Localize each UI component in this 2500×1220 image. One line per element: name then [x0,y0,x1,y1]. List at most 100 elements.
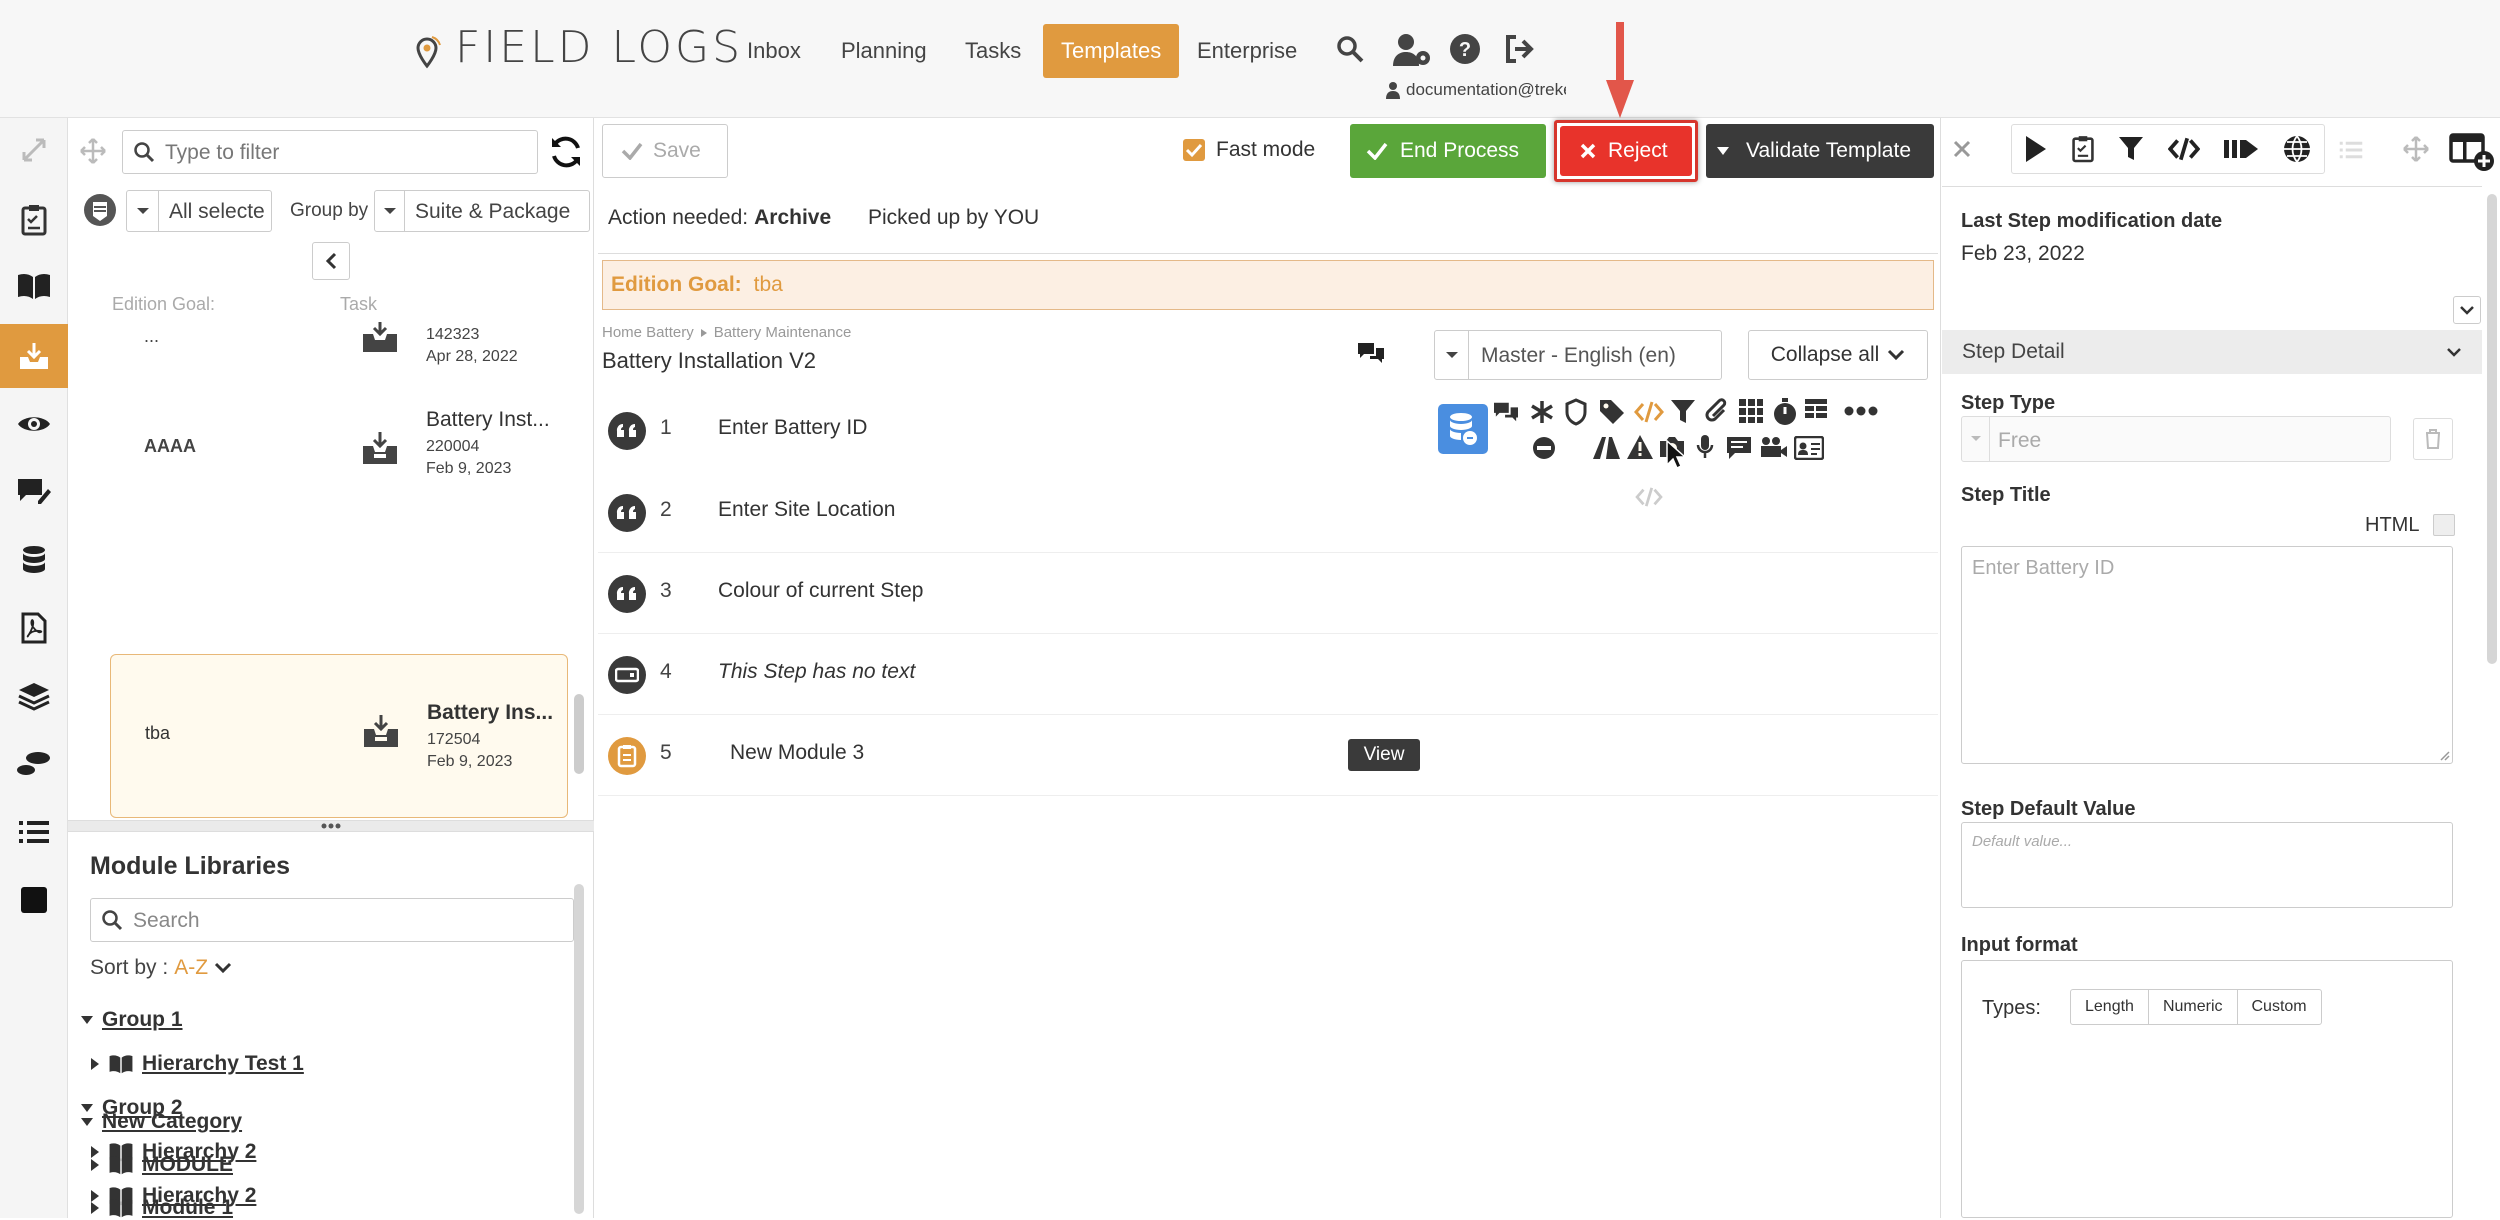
type-length-button[interactable]: Length [2071,990,2149,1024]
step-row[interactable]: 5 New Module 3 View [598,715,1938,796]
nav-tasks[interactable]: Tasks [947,24,1039,78]
code-icon[interactable] [2167,136,2200,162]
square-icon[interactable] [0,868,68,932]
checklist-icon[interactable] [0,188,68,252]
tags-icon[interactable] [1598,398,1628,426]
task-card-selected[interactable]: tba Battery Ins... 172504 Feb 9, 2023 [110,654,568,818]
task-filter-input[interactable]: Type to filter [122,130,538,174]
comment-edit-icon[interactable] [0,460,68,524]
filter-shield-icon[interactable] [82,192,118,228]
module-scrollbar[interactable] [574,884,584,1214]
step-database-button[interactable] [1438,404,1488,454]
tree-node[interactable]: Group 1 [80,1008,183,1032]
stopwatch-icon[interactable] [1772,398,1798,426]
microphone-icon[interactable] [1696,434,1714,460]
tree-node[interactable]: Module 1 [90,1196,233,1220]
module-search-input[interactable]: Search [90,898,574,942]
detail-scrollbar[interactable] [2487,194,2497,664]
end-process-button[interactable]: End Process [1350,124,1546,178]
nav-enterprise[interactable]: Enterprise [1179,24,1315,78]
step-row[interactable]: 3 Colour of current Step [598,553,1938,634]
task-card[interactable]: ... 142323 Apr 28, 2022 [68,322,568,386]
nav-templates[interactable]: Templates [1043,24,1180,78]
type-custom-button[interactable]: Custom [2238,990,2321,1024]
video-icon[interactable] [1760,436,1788,458]
grid-icon[interactable] [1738,398,1764,424]
tree-node[interactable]: New Category [80,1110,242,1134]
comments-icon[interactable] [1492,400,1520,424]
tree-node[interactable]: MODULE [90,1153,233,1177]
select-all-value: All selecte [169,200,265,223]
html-checkbox[interactable] [2433,514,2455,536]
reject-button[interactable]: Reject [1560,126,1692,176]
user-settings-icon[interactable] [1390,30,1434,70]
step-row[interactable]: 4 This Step has no text [598,634,1938,715]
step-detail-header[interactable]: Step Detail [1942,330,2482,374]
select-all-dropdown[interactable]: All selecte [126,190,272,232]
default-value-input[interactable]: Default value... [1961,822,2453,908]
filter-icon[interactable] [1670,398,1696,426]
road-icon[interactable] [1592,436,1622,460]
footprints-icon[interactable] [0,732,68,796]
more-icon[interactable] [1844,406,1878,416]
nav-planning[interactable]: Planning [823,24,945,78]
code-icon[interactable] [1634,400,1664,424]
step-row-selected[interactable]: 1 Enter Battery ID [598,390,1938,507]
save-button[interactable]: Save [602,124,728,178]
help-icon[interactable]: ? [1448,32,1482,66]
nav-inbox[interactable]: Inbox [729,24,819,78]
checklist-icon[interactable] [2071,134,2095,164]
resize-handle-icon[interactable] [2438,749,2450,761]
move-icon[interactable] [78,136,108,166]
type-numeric-button[interactable]: Numeric [2149,990,2238,1024]
breadcrumb-item[interactable]: Battery Maintenance [714,324,852,341]
group-by-label: Group by [290,200,369,221]
sort-control[interactable]: Sort by : A-Z [90,956,232,980]
book-icon[interactable] [0,254,68,318]
tree-node[interactable]: Hierarchy Test 1 [90,1052,304,1076]
eye-icon[interactable] [0,392,68,456]
message-icon[interactable] [1726,436,1752,460]
collapse-all-button[interactable]: Collapse all [1748,330,1928,380]
expand-icon[interactable] [0,118,68,182]
expand-detail-button[interactable] [2453,296,2481,324]
shield-icon[interactable] [1564,398,1588,426]
database-icon[interactable] [0,528,68,592]
table-icon[interactable] [1804,398,1828,424]
inbox-tray-icon[interactable] [0,324,68,388]
filter-icon[interactable] [2118,135,2144,163]
language-select[interactable]: Master - English (en) [1434,330,1722,380]
logout-icon[interactable] [1502,32,1538,66]
fast-mode-toggle[interactable]: Fast mode [1182,138,1315,162]
id-card-icon[interactable] [1794,436,1824,460]
minus-circle-icon[interactable] [1532,436,1556,460]
collapse-panel-button[interactable] [312,242,350,280]
move-icon[interactable] [2403,136,2429,162]
search-icon[interactable] [1333,32,1367,66]
asterisk-icon[interactable] [1530,400,1554,424]
layers-icon[interactable] [0,664,68,728]
delete-type-button[interactable] [2413,418,2453,460]
add-panel-icon[interactable] [2449,132,2495,172]
app-logo[interactable]: FIELD LOGS [455,22,743,73]
paperclip-icon[interactable] [1704,398,1730,426]
globe-icon[interactable] [2282,134,2312,164]
close-icon[interactable] [1953,140,1971,158]
task-card[interactable]: AAAA Battery Inst... 220004 Feb 9, 2023 [68,392,568,512]
list-icon[interactable] [0,800,68,864]
warning-icon[interactable] [1626,434,1654,460]
card-list-scrollbar[interactable] [574,694,584,774]
play-icon[interactable] [2024,135,2048,163]
step-row[interactable]: 2 Enter Site Location [598,472,1938,553]
flow-arrow-icon[interactable] [2223,136,2259,162]
breadcrumb-item[interactable]: Home Battery [602,324,694,341]
step-type-select[interactable]: Free [1961,416,2391,462]
step-title-textarea[interactable]: Enter Battery ID [1961,546,2453,764]
view-module-button[interactable]: View [1348,739,1420,771]
group-by-dropdown[interactable]: Suite & Package [374,190,590,232]
panel-resizer[interactable] [68,820,594,832]
pdf-icon[interactable] [0,596,68,660]
comments-icon[interactable] [1354,338,1388,368]
refresh-icon[interactable] [546,132,586,172]
validate-template-button[interactable]: Validate Template [1706,124,1934,178]
